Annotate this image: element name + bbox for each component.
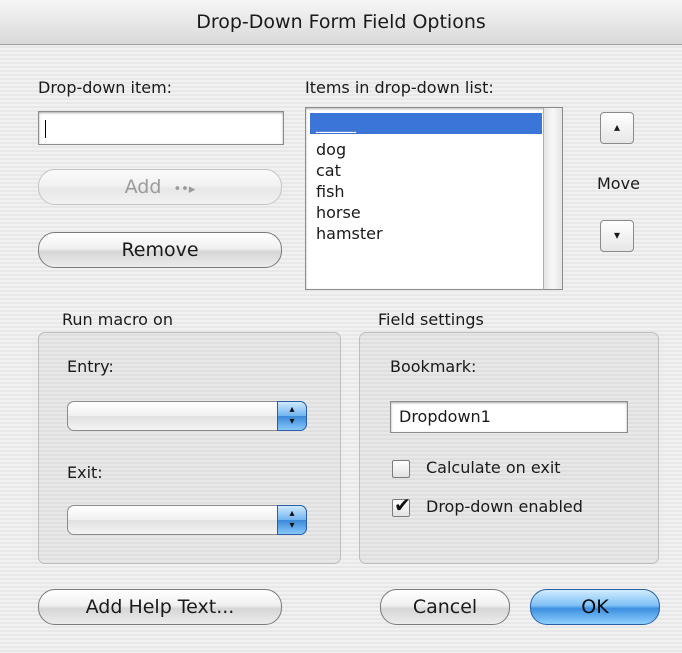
bookmark-input[interactable]: Dropdown1 [390,401,628,433]
arrow-down-icon: ▾ [613,228,621,242]
list-scrollbar[interactable] [543,108,562,289]
checkmark-icon: ✔ [394,493,411,517]
dropdown-items-list[interactable]: _____ dog cat fish horse hamster [305,107,563,290]
add-button[interactable]: Add ••▸ [38,169,282,205]
run-macro-group-label: Run macro on [62,310,173,329]
list-item[interactable]: fish [310,181,542,202]
list-label: Items in drop-down list: [305,78,494,97]
dropdown-item-label: Drop-down item: [38,78,173,97]
entry-macro-popup[interactable]: ▴ ▾ [67,401,307,431]
exit-macro-popup[interactable]: ▴ ▾ [67,505,307,535]
move-down-button[interactable]: ▾ [600,220,634,252]
calculate-on-exit-checkbox[interactable] [392,460,410,478]
calculate-on-exit-label: Calculate on exit [426,458,561,477]
popup-arrows-icon: ▴ ▾ [277,505,307,535]
arrow-up-icon: ▴ [613,120,621,134]
text-caret [45,119,46,138]
list-item[interactable]: cat [310,160,542,181]
field-settings-group-label: Field settings [378,310,484,329]
ok-button[interactable]: OK [530,589,660,625]
add-button-label: Add [124,176,162,198]
dropdown-enabled-label: Drop-down enabled [426,497,583,516]
list-item[interactable]: dog [310,139,542,160]
add-help-text-button[interactable]: Add Help Text... [38,589,282,625]
popup-arrows-icon: ▴ ▾ [277,401,307,431]
cancel-button[interactable]: Cancel [380,589,510,625]
bookmark-label: Bookmark: [390,357,477,376]
entry-label: Entry: [67,357,114,376]
list-item[interactable]: hamster [310,223,542,244]
move-label: Move [597,174,640,193]
list-item[interactable]: _____ [310,113,542,134]
dialog-window: Drop-Down Form Field Options Drop-down i… [0,0,682,653]
list-item[interactable]: horse [310,202,542,223]
window-title: Drop-Down Form Field Options [0,0,682,45]
field-settings-group: Bookmark: Dropdown1 Calculate on exit ✔ … [359,332,659,564]
dropdown-item-input[interactable] [38,111,284,145]
add-arrow-icon: ••▸ [173,182,196,197]
run-macro-group: Entry: ▴ ▾ Exit: ▴ ▾ [38,332,341,564]
move-up-button[interactable]: ▴ [600,112,634,144]
dropdown-enabled-checkbox[interactable]: ✔ [392,493,411,517]
remove-button[interactable]: Remove [38,232,282,268]
exit-label: Exit: [67,463,103,482]
